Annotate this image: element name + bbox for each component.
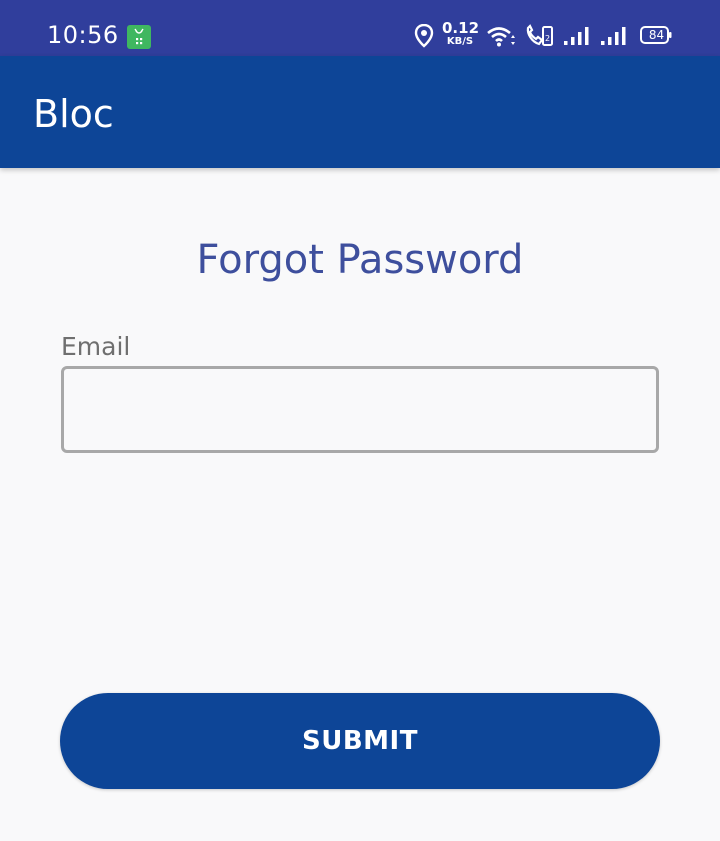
network-speed-unit: KB/S xyxy=(446,36,474,47)
signal-icon xyxy=(564,27,589,45)
call-volte-icon: 2 xyxy=(526,24,553,46)
notification-app-icon xyxy=(127,25,151,49)
status-time: 10:56 xyxy=(47,21,119,49)
network-speed: 0.12 KB/S xyxy=(442,19,480,47)
email-label: Email xyxy=(61,332,131,361)
app-title: Bloc xyxy=(33,92,114,136)
location-icon xyxy=(414,24,434,48)
app-bar: Bloc xyxy=(0,56,720,168)
wifi-icon xyxy=(487,27,515,47)
network-speed-value: 0.12 xyxy=(442,19,480,37)
submit-button[interactable]: SUBMIT xyxy=(60,693,660,789)
page-title: Forgot Password xyxy=(196,237,524,283)
status-bar: 10:56 0.12 KB/S 2 84 xyxy=(0,0,720,56)
email-field[interactable] xyxy=(61,366,659,453)
battery-level: 84 xyxy=(648,28,665,42)
signal-icon xyxy=(601,27,626,45)
svg-text:2: 2 xyxy=(545,34,550,43)
